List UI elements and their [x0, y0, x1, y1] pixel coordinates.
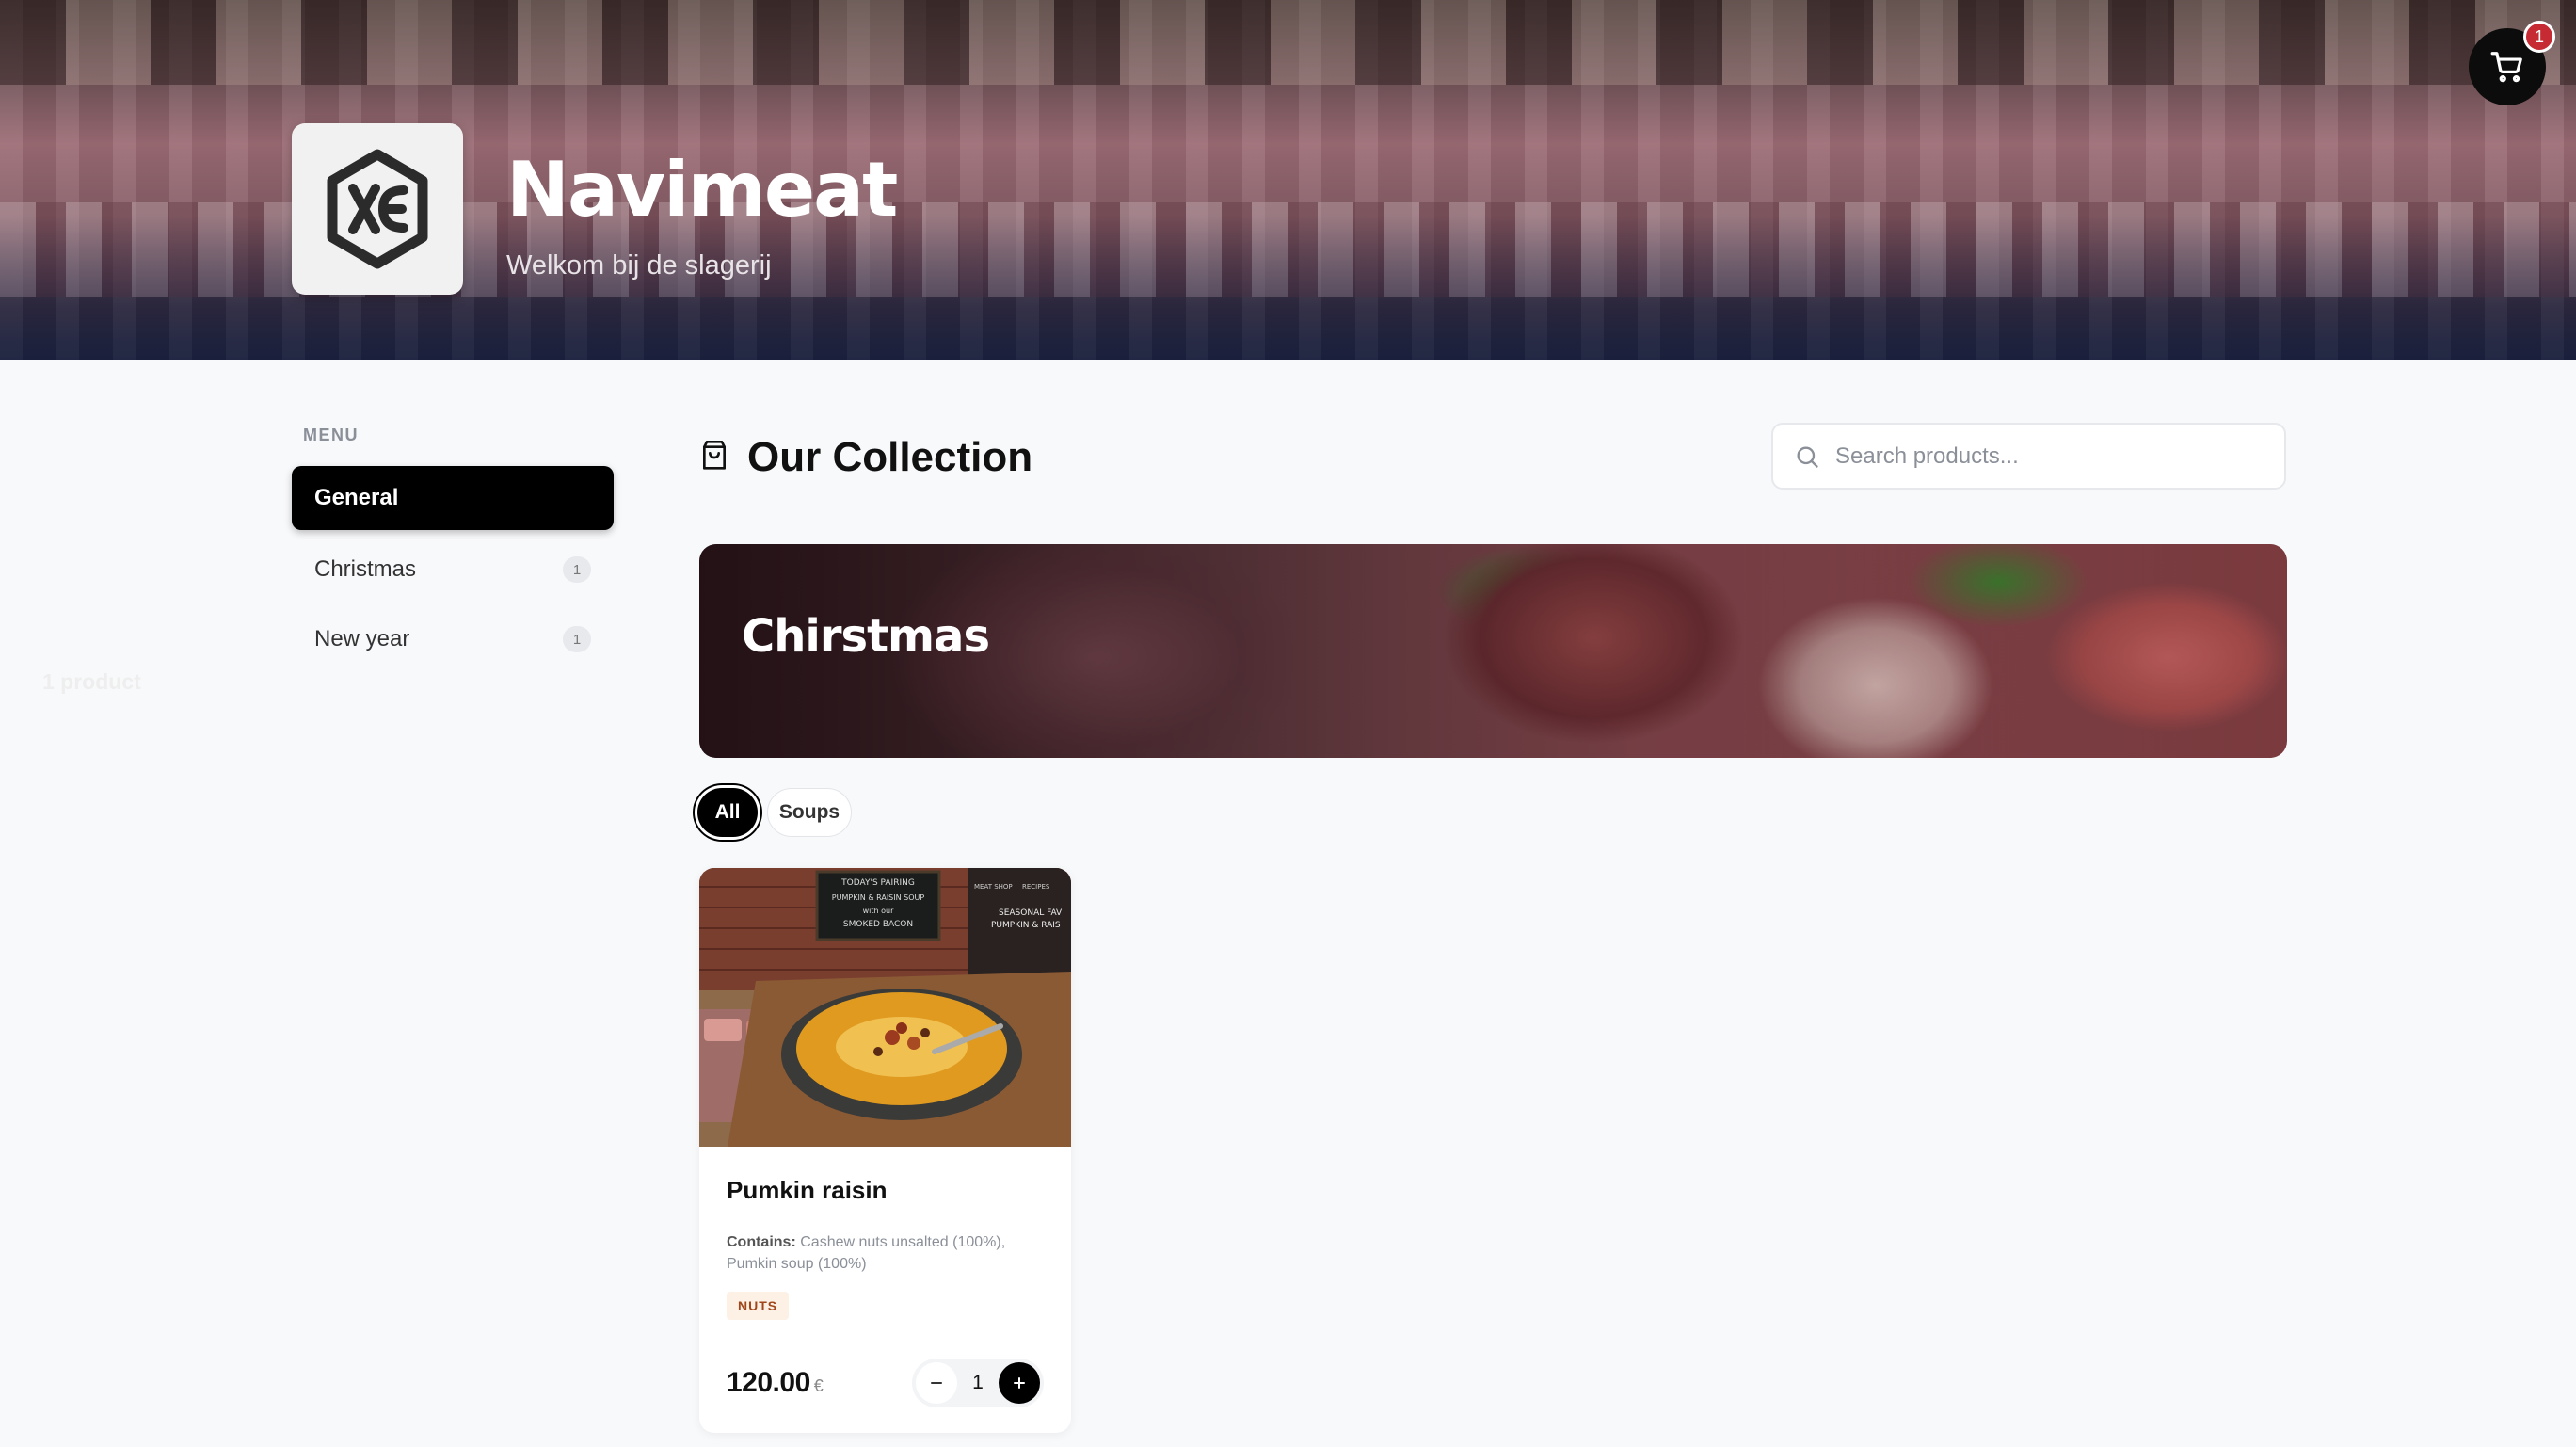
minus-icon	[931, 1382, 942, 1384]
price-currency: €	[813, 1376, 824, 1395]
search-icon	[1797, 446, 1818, 468]
category-banner: Chirstmas	[699, 544, 2287, 758]
shopping-bag-icon	[703, 441, 726, 470]
svg-text:SEASONAL FAV: SEASONAL FAV	[999, 908, 1063, 918]
svg-text:PUMPKIN & RAIS: PUMPKIN & RAIS	[991, 921, 1061, 930]
svg-text:MEAT SHOP: MEAT SHOP	[974, 883, 1013, 891]
banner-title: Chirstmas	[742, 610, 990, 663]
search-bar[interactable]	[1771, 423, 2286, 490]
sidebar-item-christmas[interactable]: Christmas 1	[292, 538, 614, 602]
svg-text:SMOKED BACON: SMOKED BACON	[843, 920, 913, 929]
product-card[interactable]: TODAY'S PAIRING PUMPKIN & RAISIN SOUP wi…	[699, 868, 1071, 1433]
brand-tagline: Welkom bij de slagerij	[506, 250, 772, 281]
sidebar-item-label: New year	[314, 626, 410, 651]
filter-chip-all[interactable]: All	[697, 788, 758, 837]
product-ingredients: Contains: Cashew nuts unsalted (100%), P…	[727, 1231, 1047, 1275]
sidebar-item-count: 1	[563, 626, 591, 652]
quantity-stepper[interactable]: 1	[912, 1359, 1044, 1407]
search-input[interactable]	[1835, 442, 2249, 470]
sidebar-item-new-year[interactable]: New year 1	[292, 607, 614, 671]
banner-product-count: 1 product	[42, 669, 141, 694]
product-image: TODAY'S PAIRING PUMPKIN & RAISIN SOUP wi…	[699, 868, 1071, 1147]
cart-count-badge: 1	[2523, 21, 2555, 53]
svg-text:PUMPKIN & RAISIN SOUP: PUMPKIN & RAISIN SOUP	[832, 893, 925, 902]
hexagon-logo-icon	[327, 149, 428, 269]
sidebar-item-general[interactable]: General	[292, 466, 614, 530]
svg-text:with our: with our	[863, 907, 894, 915]
shopping-cart-icon	[2490, 52, 2522, 83]
page-title: Our Collection	[747, 434, 1033, 480]
product-photo: TODAY'S PAIRING PUMPKIN & RAISIN SOUP wi…	[699, 868, 1071, 1147]
brand-title: Navimeat	[506, 146, 898, 233]
increase-quantity-button[interactable]	[999, 1362, 1040, 1404]
svg-text:TODAY'S PAIRING: TODAY'S PAIRING	[840, 878, 915, 888]
plus-icon	[1014, 1377, 1025, 1389]
product-price: 120.00 €	[727, 1367, 824, 1399]
sidebar-menu-label: MENU	[303, 426, 359, 444]
product-name: Pumkin raisin	[727, 1176, 888, 1204]
brand-logo[interactable]	[292, 123, 463, 295]
decrease-quantity-button[interactable]	[916, 1362, 957, 1404]
svg-text:RECIPES: RECIPES	[1022, 883, 1050, 891]
sidebar-item-label: General	[314, 485, 399, 510]
allergen-tag: NUTS	[727, 1292, 790, 1320]
price-value: 120.00	[727, 1367, 810, 1398]
filter-chip-soups[interactable]: Soups	[767, 788, 852, 837]
sidebar-item-label: Christmas	[314, 556, 417, 582]
contains-label: Contains:	[727, 1234, 796, 1250]
sidebar-item-count: 1	[563, 556, 591, 583]
quantity-value: 1	[972, 1372, 984, 1393]
